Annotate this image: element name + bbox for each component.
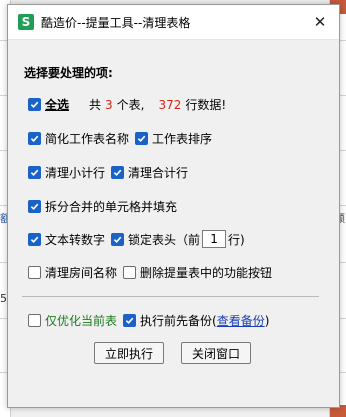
- table-count-unit: 个表,: [116, 98, 145, 112]
- background-cell-text: 5: [0, 292, 7, 305]
- option-row: 清理小计行 清理合计行: [28, 164, 194, 181]
- title-bar[interactable]: S 酷造价--提量工具--清理表格 ✕: [8, 5, 339, 40]
- sort-sheets-checkbox[interactable]: [135, 132, 149, 145]
- checkmark-icon: [125, 317, 134, 325]
- checkmark-icon: [30, 101, 39, 109]
- clear-subtotal-checkbox[interactable]: [28, 166, 41, 179]
- checkmark-icon: [113, 236, 122, 243]
- text-to-number-checkbox[interactable]: [28, 232, 41, 246]
- clean-table-dialog: S 酷造价--提量工具--清理表格 ✕ 选择要处理的项: 全选 共 3 个表, …: [7, 4, 340, 408]
- clear-room-names-label[interactable]: 清理房间名称: [45, 264, 117, 281]
- checkmark-icon: [137, 135, 146, 143]
- text-to-number-label[interactable]: 文本转数字: [45, 231, 105, 248]
- dialog-title: 酷造价--提量工具--清理表格: [41, 15, 191, 30]
- lock-header-checkbox[interactable]: [111, 232, 125, 246]
- checkmark-icon: [30, 169, 39, 177]
- section-title: 选择要处理的项:: [24, 66, 113, 80]
- clear-total-label[interactable]: 清理合计行: [128, 164, 188, 181]
- summary-prefix: 共: [89, 98, 102, 112]
- header-rows-input[interactable]: [202, 230, 227, 248]
- only-current-checkbox[interactable]: [28, 314, 41, 327]
- option-row: 简化工作表名称 工作表排序: [28, 130, 218, 147]
- select-all-label[interactable]: 全选: [45, 96, 69, 113]
- delete-buttons-label[interactable]: 删除提量表中的功能按钮: [140, 264, 272, 281]
- divider: [22, 296, 319, 297]
- simplify-names-label[interactable]: 简化工作表名称: [45, 130, 129, 147]
- close-window-button[interactable]: 关闭窗口: [181, 342, 251, 364]
- lock-header-label[interactable]: 锁定表头（前: [128, 231, 200, 248]
- backup-first-label[interactable]: 执行前先备份(: [140, 312, 217, 329]
- sort-sheets-label[interactable]: 工作表排序: [152, 130, 212, 147]
- clear-room-names-checkbox[interactable]: [28, 266, 41, 279]
- checkmark-icon: [30, 203, 39, 211]
- table-count: 3: [105, 97, 113, 112]
- option-row: 文本转数字 锁定表头（前 行): [28, 230, 245, 248]
- option-row: 拆分合并的单元格并填充: [28, 198, 183, 215]
- option-row: 清理房间名称 删除提量表中的功能按钮: [28, 264, 278, 281]
- close-icon[interactable]: ✕: [311, 13, 329, 31]
- row-count: 372: [158, 97, 182, 112]
- checkmark-icon: [30, 135, 39, 143]
- view-backup-link[interactable]: 查看备份: [217, 312, 265, 329]
- only-current-label[interactable]: 仅优化当前表: [45, 312, 117, 329]
- backup-close-paren: ): [264, 313, 270, 328]
- simplify-names-checkbox[interactable]: [28, 132, 41, 145]
- checkmark-icon: [30, 236, 39, 243]
- row-count-unit: 行数据!: [185, 98, 227, 112]
- split-merged-checkbox[interactable]: [28, 200, 41, 213]
- lock-header-suffix: 行): [228, 232, 245, 247]
- clear-subtotal-label[interactable]: 清理小计行: [45, 164, 105, 181]
- execute-button[interactable]: 立即执行: [94, 342, 164, 364]
- option-row: 仅优化当前表 执行前先备份( 查看备份 ): [28, 312, 269, 329]
- select-all-checkbox[interactable]: [28, 98, 41, 111]
- split-merged-label[interactable]: 拆分合并的单元格并填充: [45, 198, 177, 215]
- backup-first-checkbox[interactable]: [123, 314, 137, 327]
- checkmark-icon: [113, 169, 122, 177]
- select-all-row: 全选 共 3 个表, 372 行数据!: [28, 96, 226, 113]
- clear-total-checkbox[interactable]: [111, 166, 125, 179]
- app-logo-icon: S: [18, 14, 34, 30]
- delete-buttons-checkbox[interactable]: [123, 266, 137, 279]
